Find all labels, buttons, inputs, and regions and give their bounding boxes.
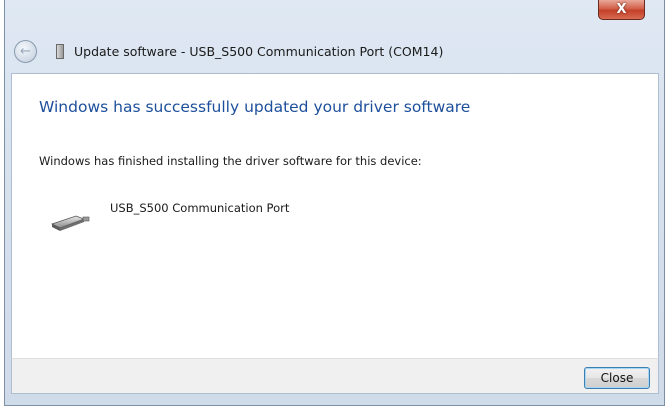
serial-port-icon [50,215,90,231]
update-driver-dialog: X ← Update software - USB_S500 Communica… [0,0,665,406]
device-small-icon [56,44,64,59]
dialog-title: Update software - USB_S500 Communication… [74,44,444,59]
device-name: USB_S500 Communication Port [110,201,290,215]
success-heading: Windows has successfully updated your dr… [39,98,471,116]
back-button[interactable]: ← [14,40,37,63]
dialog-footer: Close [11,358,659,394]
close-icon: X [616,2,627,17]
description-text: Windows has finished installing the driv… [39,154,422,168]
close-button[interactable]: Close [584,367,650,389]
window-close-button[interactable]: X [598,0,645,20]
content-panel: Windows has successfully updated your dr… [11,73,659,358]
dialog-header: ← Update software - USB_S500 Communicati… [4,38,661,68]
back-arrow-icon: ← [20,44,31,59]
